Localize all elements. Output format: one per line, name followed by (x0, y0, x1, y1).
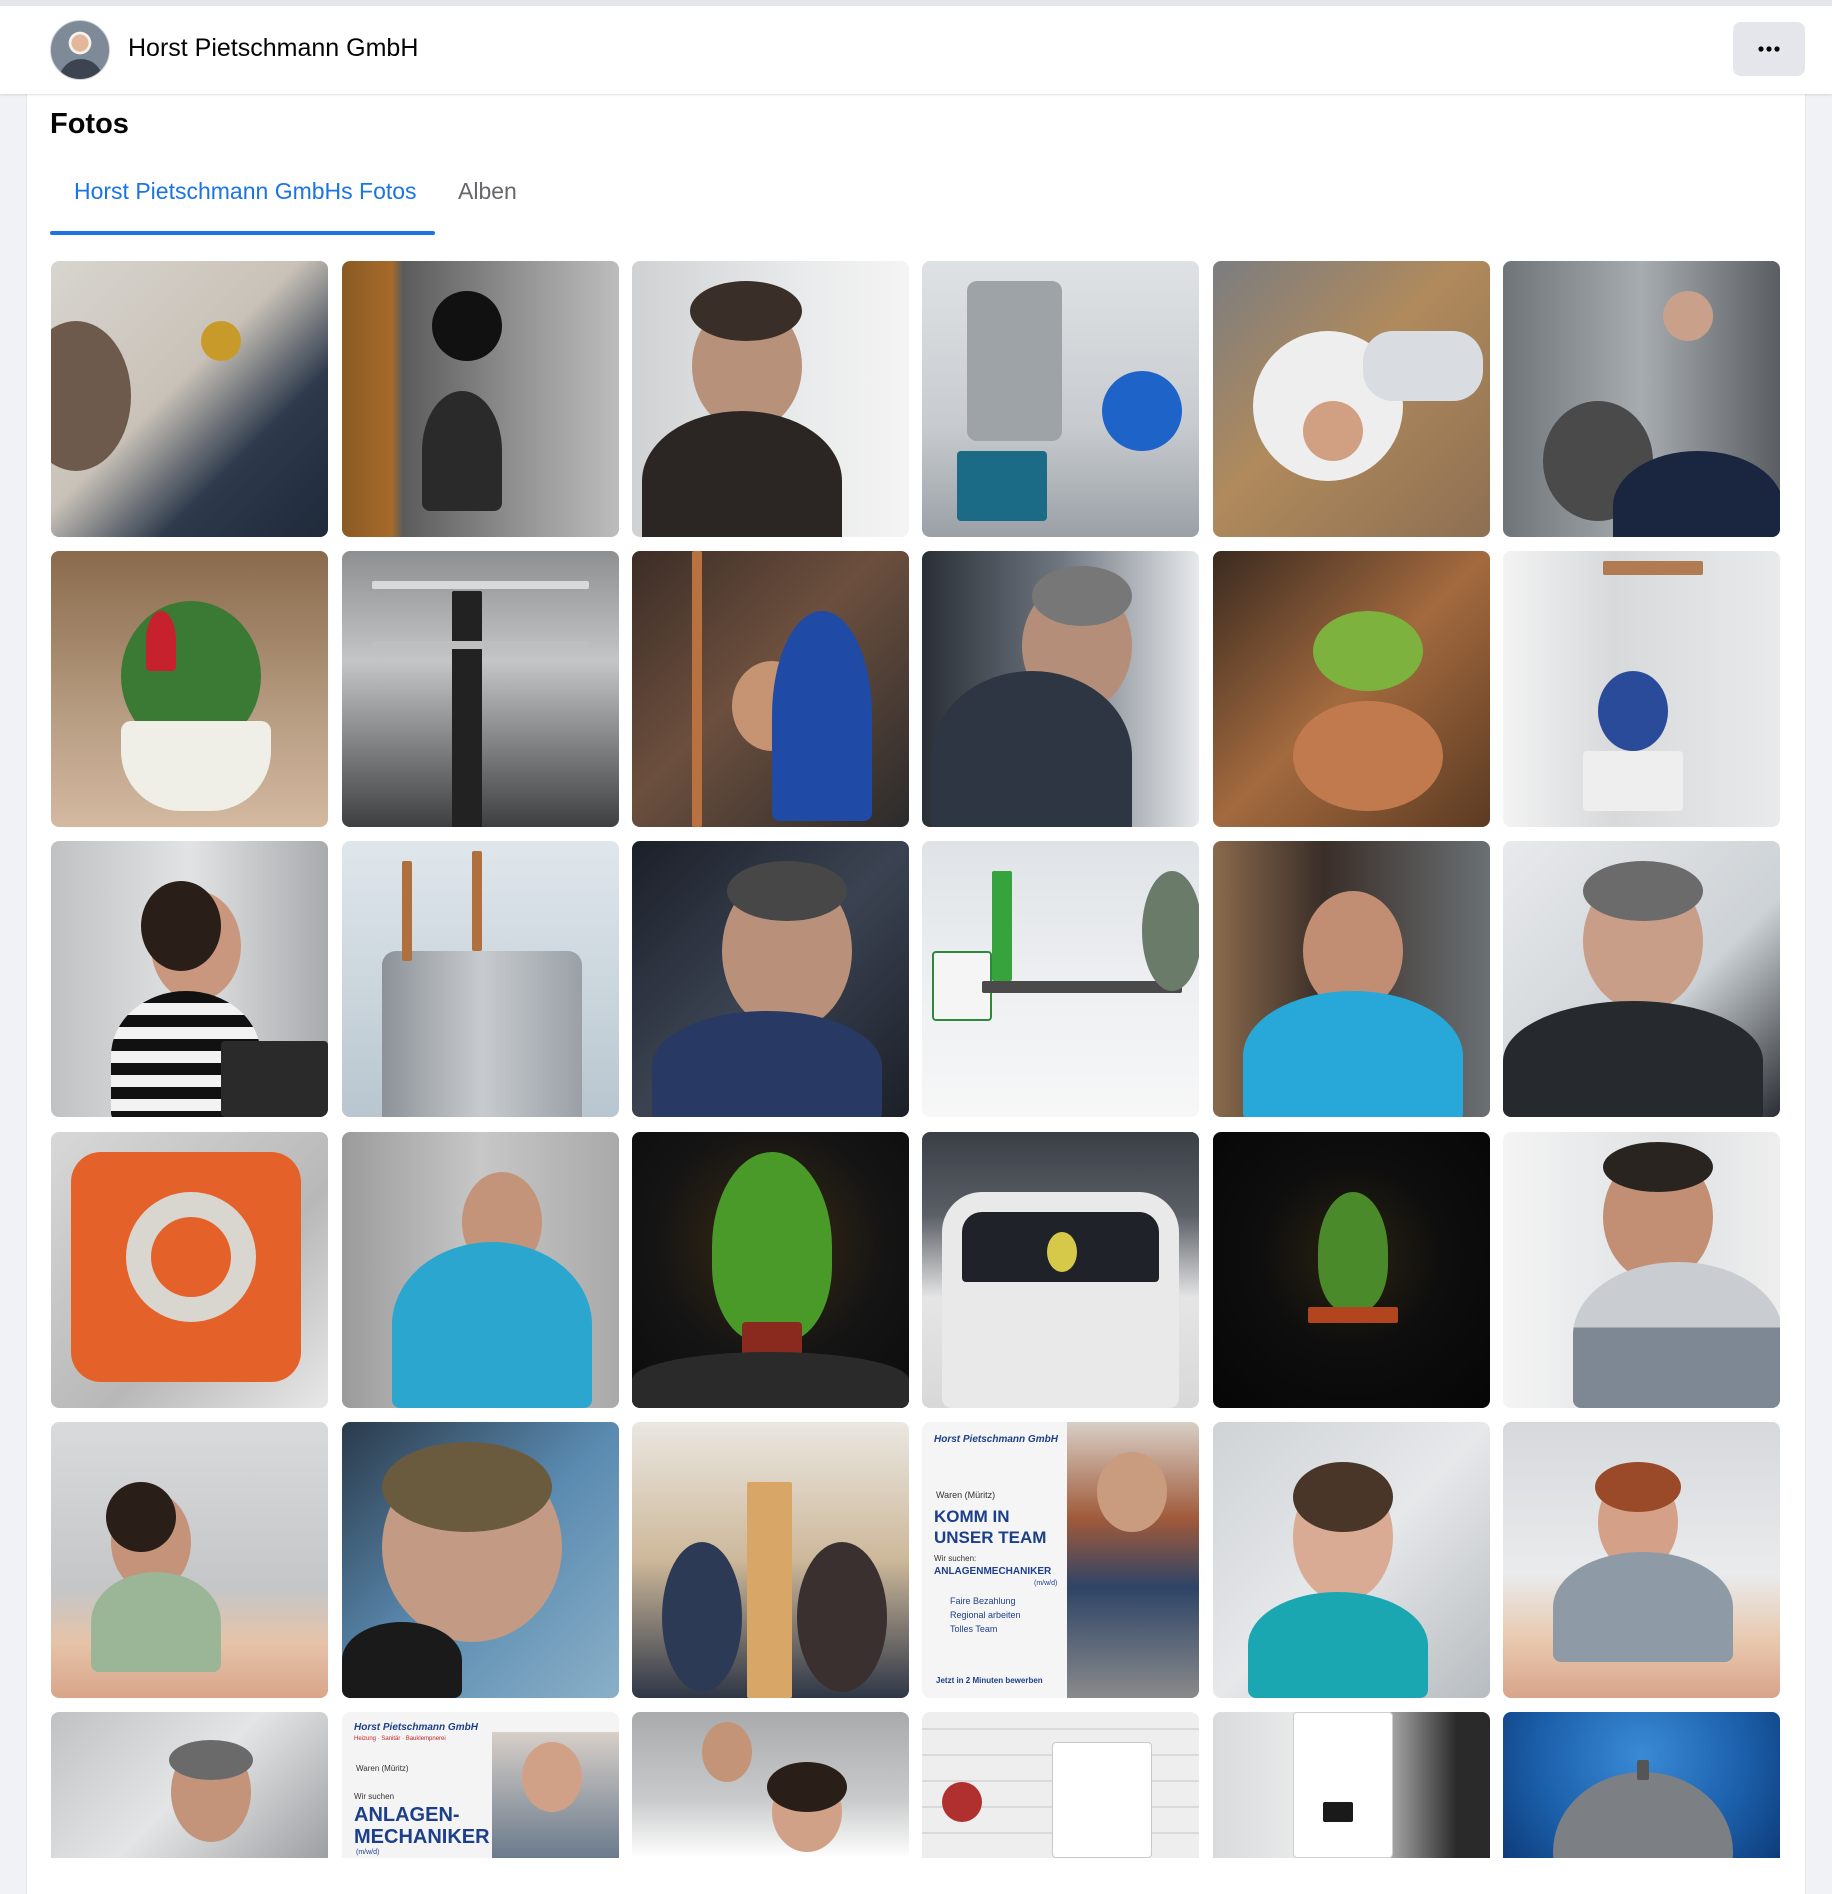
photo-thumbnail[interactable] (922, 841, 1199, 1117)
photo-thumbnail[interactable] (1503, 1132, 1780, 1408)
photo-thumbnail[interactable] (1213, 841, 1490, 1117)
tab-albums[interactable]: Alben (458, 178, 517, 205)
photo-thumbnail[interactable] (1213, 551, 1490, 827)
photo-thumbnail[interactable] (1503, 1422, 1780, 1698)
active-tab-indicator (50, 231, 435, 235)
poster2-gender: (m/w/d) (356, 1849, 380, 1856)
photo-thumbnail[interactable] (342, 841, 619, 1117)
photo-thumbnail[interactable] (922, 1132, 1199, 1408)
page-avatar[interactable] (50, 20, 110, 80)
poster-headline-2: UNSER TEAM (934, 1528, 1047, 1547)
poster-we-seek: Wir suchen: (934, 1554, 977, 1563)
poster-gender: (m/w/d) (1034, 1580, 1058, 1587)
photo-thumbnail[interactable] (922, 1712, 1199, 1858)
poster-job: ANLAGENMECHANIKER (934, 1566, 1052, 1577)
photo-thumbnail[interactable] (51, 261, 328, 537)
photo-thumbnail[interactable] (1213, 261, 1490, 537)
photo-thumbnail[interactable] (1503, 551, 1780, 827)
ellipsis-icon (1758, 46, 1780, 52)
tab-page-photos[interactable]: Horst Pietschmann GmbHs Fotos (74, 178, 417, 205)
photo-thumbnail[interactable] (922, 261, 1199, 537)
photo-thumbnail[interactable] (1503, 261, 1780, 537)
photo-thumbnail[interactable] (632, 551, 909, 827)
more-options-button[interactable] (1733, 22, 1805, 76)
photo-thumbnail[interactable] (342, 551, 619, 827)
poster-cta: Jetzt in 2 Minuten bewerben (936, 1676, 1043, 1685)
photo-thumbnail[interactable] (51, 841, 328, 1117)
poster2-job-2: MECHANIKER (354, 1826, 490, 1848)
avatar-shoulders (59, 59, 103, 79)
photo-thumbnail[interactable]: Horst Pietschmann GmbH Waren (Müritz) KO… (922, 1422, 1199, 1698)
photo-thumbnail[interactable] (632, 261, 909, 537)
photo-thumbnail[interactable] (632, 841, 909, 1117)
photo-thumbnail[interactable] (51, 551, 328, 827)
photo-thumbnail[interactable] (632, 1422, 909, 1698)
photo-thumbnail[interactable] (1503, 841, 1780, 1117)
poster2-brand: Horst Pietschmann GmbH (354, 1722, 478, 1733)
photo-thumbnail[interactable] (51, 1422, 328, 1698)
photo-thumbnail[interactable] (632, 1132, 909, 1408)
photo-thumbnail[interactable] (632, 1712, 909, 1858)
photo-thumbnail[interactable] (51, 1712, 328, 1858)
poster2-job-1: ANLAGEN- (354, 1804, 460, 1826)
page-name[interactable]: Horst Pietschmann GmbH (128, 34, 418, 63)
poster-location: Waren (Müritz) (936, 1490, 996, 1500)
photo-thumbnail[interactable] (1213, 1422, 1490, 1698)
poster2-we-seek: Wir suchen (354, 1792, 395, 1801)
photo-thumbnail[interactable] (342, 1422, 619, 1698)
poster2-location: Waren (Müritz) (356, 1764, 409, 1773)
photo-thumbnail[interactable] (922, 551, 1199, 827)
photo-thumbnail[interactable] (1213, 1712, 1490, 1858)
poster2-tagline: Heizung · Sanitär · Bauklempnerei (354, 1736, 446, 1742)
photo-thumbnail[interactable]: Horst Pietschmann GmbH Heizung · Sanitär… (342, 1712, 619, 1858)
page-header: Horst Pietschmann GmbH (0, 6, 1832, 94)
poster-bullet-3: Tolles Team (950, 1624, 998, 1634)
photo-thumbnail[interactable] (1213, 1132, 1490, 1408)
poster-bullet-1: Faire Bezahlung (950, 1596, 1016, 1606)
photo-thumbnail[interactable] (51, 1132, 328, 1408)
poster-bullet-2: Regional arbeiten (950, 1610, 1021, 1620)
poster-brand: Horst Pietschmann GmbH (934, 1434, 1058, 1445)
photo-thumbnail[interactable] (1503, 1712, 1780, 1858)
section-title: Fotos (50, 108, 129, 140)
poster-headline-1: KOMM IN (934, 1507, 1010, 1526)
photo-thumbnail[interactable] (342, 261, 619, 537)
photo-thumbnail[interactable] (342, 1132, 619, 1408)
